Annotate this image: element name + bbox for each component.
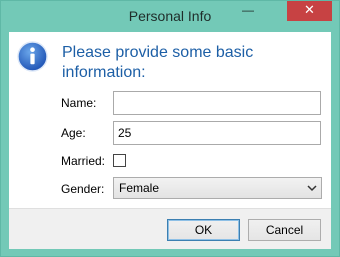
ok-button[interactable]: OK: [167, 219, 240, 241]
gender-label: Gender:: [61, 182, 105, 196]
dialog-body: Please provide some basic information: N…: [9, 32, 331, 249]
title-bar[interactable]: Personal Info — ✕: [1, 1, 339, 31]
dialog-window: Personal Info — ✕ Please provide some ba…: [0, 0, 340, 257]
married-label: Married:: [61, 154, 106, 168]
info-icon: [17, 41, 48, 72]
close-icon: ✕: [304, 2, 315, 17]
chevron-down-icon: [307, 185, 317, 192]
name-label: Name:: [61, 96, 97, 110]
age-field[interactable]: [113, 121, 321, 145]
close-button[interactable]: ✕: [287, 1, 332, 21]
gender-select[interactable]: Female: [113, 177, 322, 199]
minimize-icon: —: [242, 3, 254, 17]
married-checkbox[interactable]: [113, 154, 126, 167]
dialog-footer: OK Cancel: [9, 208, 331, 249]
dialog-heading: Please provide some basic information:: [62, 44, 254, 81]
cancel-button[interactable]: Cancel: [248, 219, 321, 241]
gender-selected-value: Female: [119, 181, 160, 195]
minimize-button[interactable]: —: [235, 1, 261, 21]
name-field[interactable]: [113, 91, 321, 115]
age-label: Age:: [61, 126, 86, 140]
